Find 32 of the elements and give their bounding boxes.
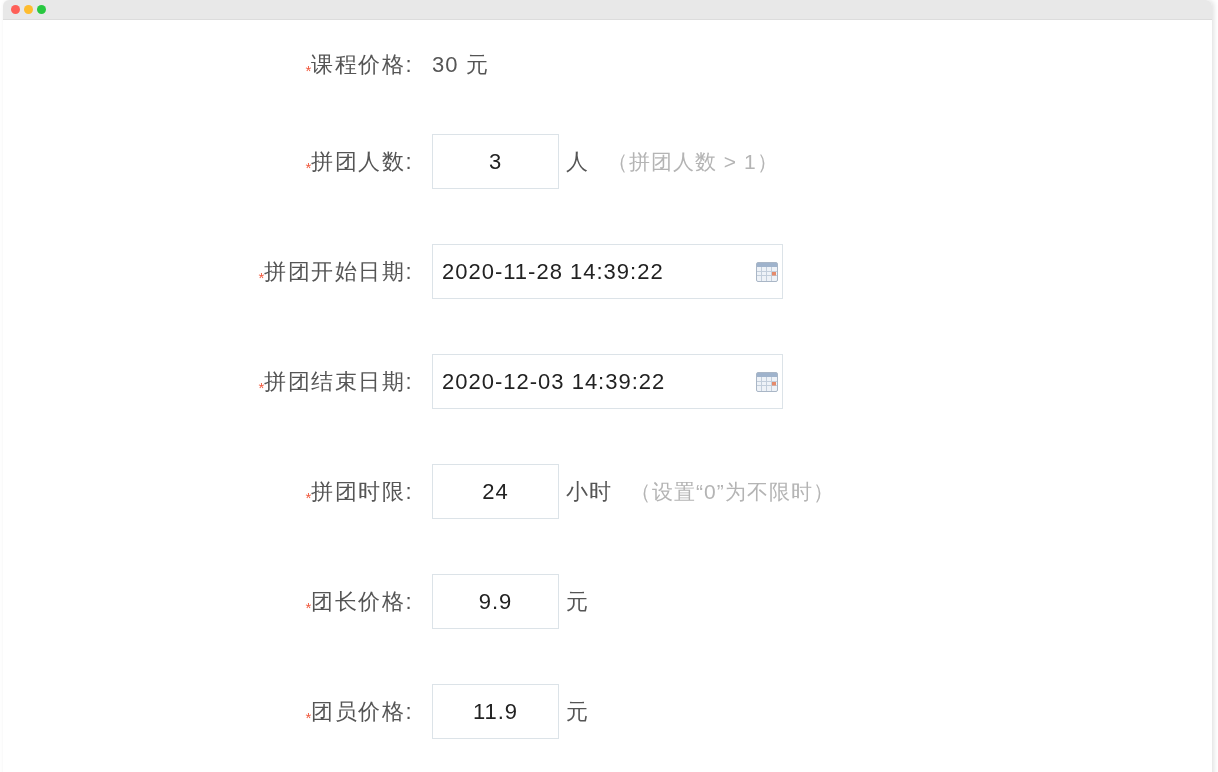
field-label: 拼团人数: — [311, 147, 413, 176]
hint-text: （设置“0”为不限时） — [630, 478, 835, 505]
required-mark: * — [305, 599, 312, 615]
unit-label: 小时 — [566, 477, 612, 506]
unit-label: 元 — [566, 697, 589, 726]
required-mark: * — [305, 709, 312, 725]
date-field[interactable]: 2020-11-28 14:39:22 — [432, 244, 783, 299]
required-mark: * — [305, 159, 312, 175]
hint-text: （拼团人数 > 1） — [607, 148, 779, 175]
field-label: 拼团开始日期: — [264, 257, 413, 286]
input-field[interactable]: 3 — [432, 134, 559, 189]
input-field[interactable]: 9.9 — [432, 574, 559, 629]
maximize-button[interactable] — [37, 5, 46, 14]
calendar-icon[interactable] — [756, 372, 778, 392]
unit-label: 人 — [566, 147, 589, 176]
required-mark: * — [258, 379, 265, 395]
field-value: 30 元 — [432, 50, 489, 79]
field-label: 拼团结束日期: — [264, 367, 413, 396]
required-mark: * — [258, 269, 265, 285]
minimize-button[interactable] — [24, 5, 33, 14]
date-field[interactable]: 2020-12-03 14:39:22 — [432, 354, 783, 409]
field-label: 团长价格: — [311, 587, 413, 616]
close-button[interactable] — [11, 5, 20, 14]
input-field[interactable]: 24 — [432, 464, 559, 519]
field-label: 拼团时限: — [311, 477, 413, 506]
unit-label: 元 — [566, 587, 589, 616]
required-mark: * — [305, 489, 312, 505]
field-label: 课程价格: — [311, 50, 413, 79]
input-field[interactable]: 11.9 — [432, 684, 559, 739]
field-label: 团员价格: — [311, 697, 413, 726]
calendar-icon[interactable] — [756, 262, 778, 282]
required-mark: * — [305, 62, 312, 78]
